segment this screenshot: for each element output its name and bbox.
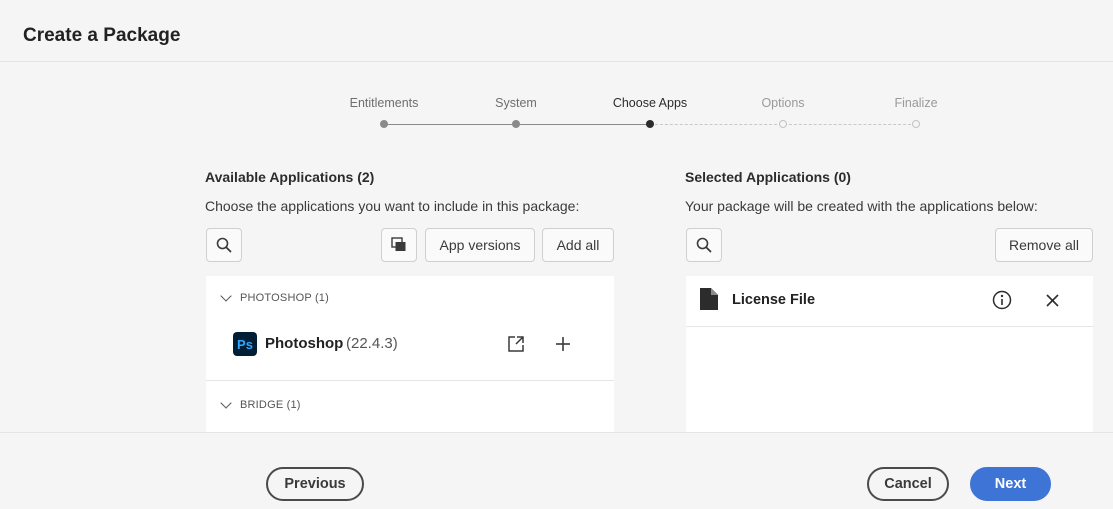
available-applications-list: PHOTOSHOP (1) Ps Photoshop (22.4.3) BRID… — [206, 276, 614, 432]
photoshop-app-icon: Ps — [233, 332, 257, 356]
page-title: Create a Package — [23, 25, 181, 46]
cancel-button[interactable]: Cancel — [867, 467, 949, 501]
stacked-windows-icon — [391, 237, 406, 251]
info-button[interactable] — [991, 289, 1013, 311]
next-button[interactable]: Next — [970, 467, 1051, 501]
external-link-icon — [508, 336, 524, 352]
step-system-label: System — [495, 96, 537, 110]
selected-applications-heading: Selected Applications (0) — [685, 169, 851, 185]
selected-applications-list: License File — [686, 276, 1093, 432]
item-divider — [686, 326, 1093, 327]
group-header-bridge[interactable]: BRIDGE (1) — [220, 397, 301, 411]
previous-button[interactable]: Previous — [266, 467, 364, 501]
group-header-photoshop[interactable]: PHOTOSHOP (1) — [220, 290, 329, 304]
step-finalize-dot — [912, 120, 920, 128]
step-choose-apps-dot — [646, 120, 654, 128]
view-toggle-button[interactable] — [381, 228, 417, 262]
app-version: (22.4.3) — [346, 335, 398, 352]
step-options-label: Options — [761, 96, 805, 110]
remove-all-button[interactable]: Remove all — [995, 228, 1093, 262]
search-icon — [696, 237, 712, 253]
step-options-dot — [779, 120, 787, 128]
group-name: BRIDGE (1) — [240, 399, 301, 411]
app-versions-button[interactable]: App versions — [425, 228, 535, 262]
step-system-dot — [512, 120, 520, 128]
selected-search-button[interactable] — [686, 228, 722, 262]
search-icon — [216, 237, 232, 253]
group-name: PHOTOSHOP (1) — [240, 292, 329, 304]
chevron-down-icon — [220, 290, 232, 302]
document-icon — [700, 288, 718, 310]
add-all-button[interactable]: Add all — [542, 228, 614, 262]
available-applications-description: Choose the applications you want to incl… — [205, 198, 580, 214]
remove-item-button[interactable] — [1041, 289, 1063, 311]
selected-applications-description: Your package will be created with the ap… — [685, 198, 1038, 214]
title-divider — [0, 61, 1113, 62]
info-icon — [992, 290, 1012, 310]
footer-bar — [0, 432, 1113, 509]
plus-icon — [556, 337, 570, 351]
chevron-down-icon — [220, 397, 232, 409]
close-icon — [1045, 293, 1059, 307]
step-entitlements-label: Entitlements — [349, 96, 419, 110]
step-finalize-label: Finalize — [894, 96, 938, 110]
add-app-button[interactable] — [552, 333, 574, 355]
open-external-button[interactable] — [505, 333, 527, 355]
app-name: Photoshop — [265, 335, 344, 352]
step-choose-apps-label: Choose Apps — [612, 96, 688, 110]
license-file-label: License File — [732, 292, 816, 308]
available-applications-heading: Available Applications (2) — [205, 169, 375, 185]
available-search-button[interactable] — [206, 228, 242, 262]
step-entitlements-dot — [380, 120, 388, 128]
group-divider — [206, 380, 614, 381]
